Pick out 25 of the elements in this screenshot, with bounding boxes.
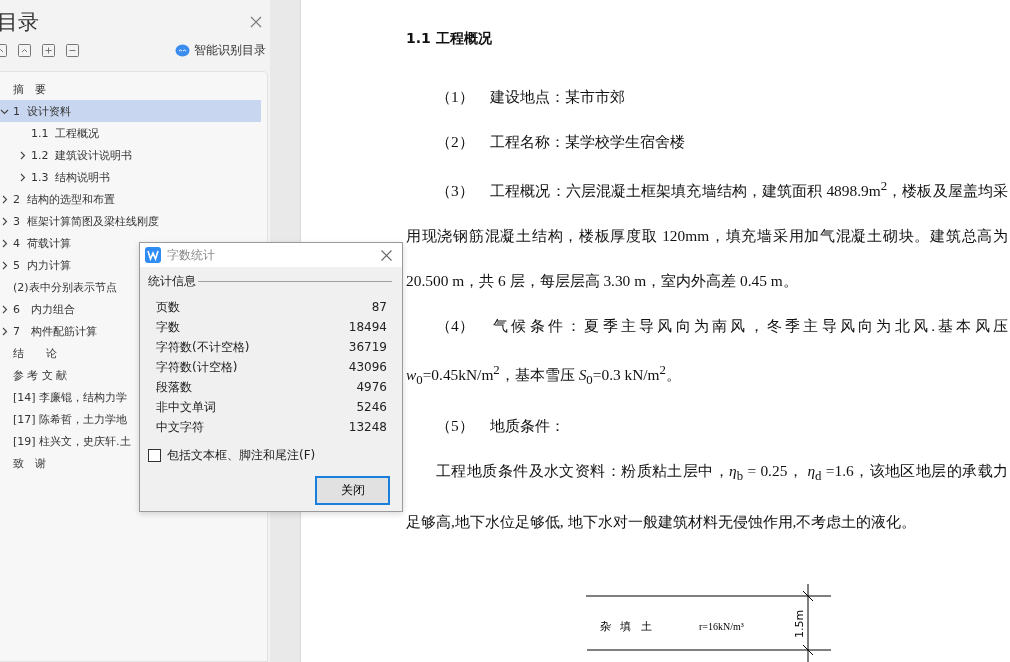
body-paragraph: （5） 地质条件： [435, 416, 566, 437]
group-label: 统计信息 [148, 273, 196, 290]
stat-value: 87 [371, 300, 387, 314]
stat-label: 字符数(计空格) [156, 358, 238, 376]
stat-value: 43096 [348, 360, 387, 374]
section-heading: 1.1 工程概况 [406, 30, 493, 48]
stat-label: 非中文单词 [156, 398, 216, 416]
stat-label: 字符数(不计空格) [156, 338, 250, 356]
soil-layer-drawing: 杂 填 土 r=16kN/m³ 1.5m [584, 584, 834, 662]
stat-value: 36719 [348, 340, 387, 354]
stat-value: 4976 [356, 380, 387, 394]
body-paragraph: （4） 气候条件：夏季主导风向为南风，冬季主导风向为北风.基本风压 w$_{0}$=0.45kN/m$^{2}$，基本雪压 S$_{0}$=0.3 kN/m$^{2}$。 [406, 316, 1008, 390]
stat-label: 页数 [156, 298, 180, 316]
panel-title: 目录 [0, 9, 39, 36]
dialog-title: 字数统计 [167, 246, 215, 264]
body-paragraph: 工程地质条件及水文资料：粉质粘土层中，η$_{b}$ = 0.25， η$_{d}$ =1.6，该地区地层的承载力足够高,地下水位足够低, 地下水对一般建筑材料无侵蚀作用,不考虑土的液化。 [406, 461, 1008, 533]
stat-label: 段落数 [156, 378, 192, 396]
stat-label: 中文字符 [156, 418, 204, 436]
body-paragraph: （2） 工程名称：某学校学生宿舍楼 [435, 132, 686, 152]
stat-value: 5246 [356, 400, 387, 414]
body-paragraph: （1） 建设地点：某市市郊 [435, 87, 626, 107]
body-paragraph: （3） 工程概况：六层混凝土框架填充墙结构，建筑面积 4898.9m$^{2}$，楼板及屋盖均采用现浇钢筋混凝土结构，楼板厚度取 120mm，填充墙采用加气混凝土砌块。建筑总高为 20.500 m，共 6 层，每层层高 3.30 m，室内外高差 0.45 m。 [406, 178, 1008, 292]
stat-value: 13248 [348, 420, 387, 434]
stat-value: 18494 [348, 320, 387, 334]
stat-label: 字数 [156, 318, 180, 336]
